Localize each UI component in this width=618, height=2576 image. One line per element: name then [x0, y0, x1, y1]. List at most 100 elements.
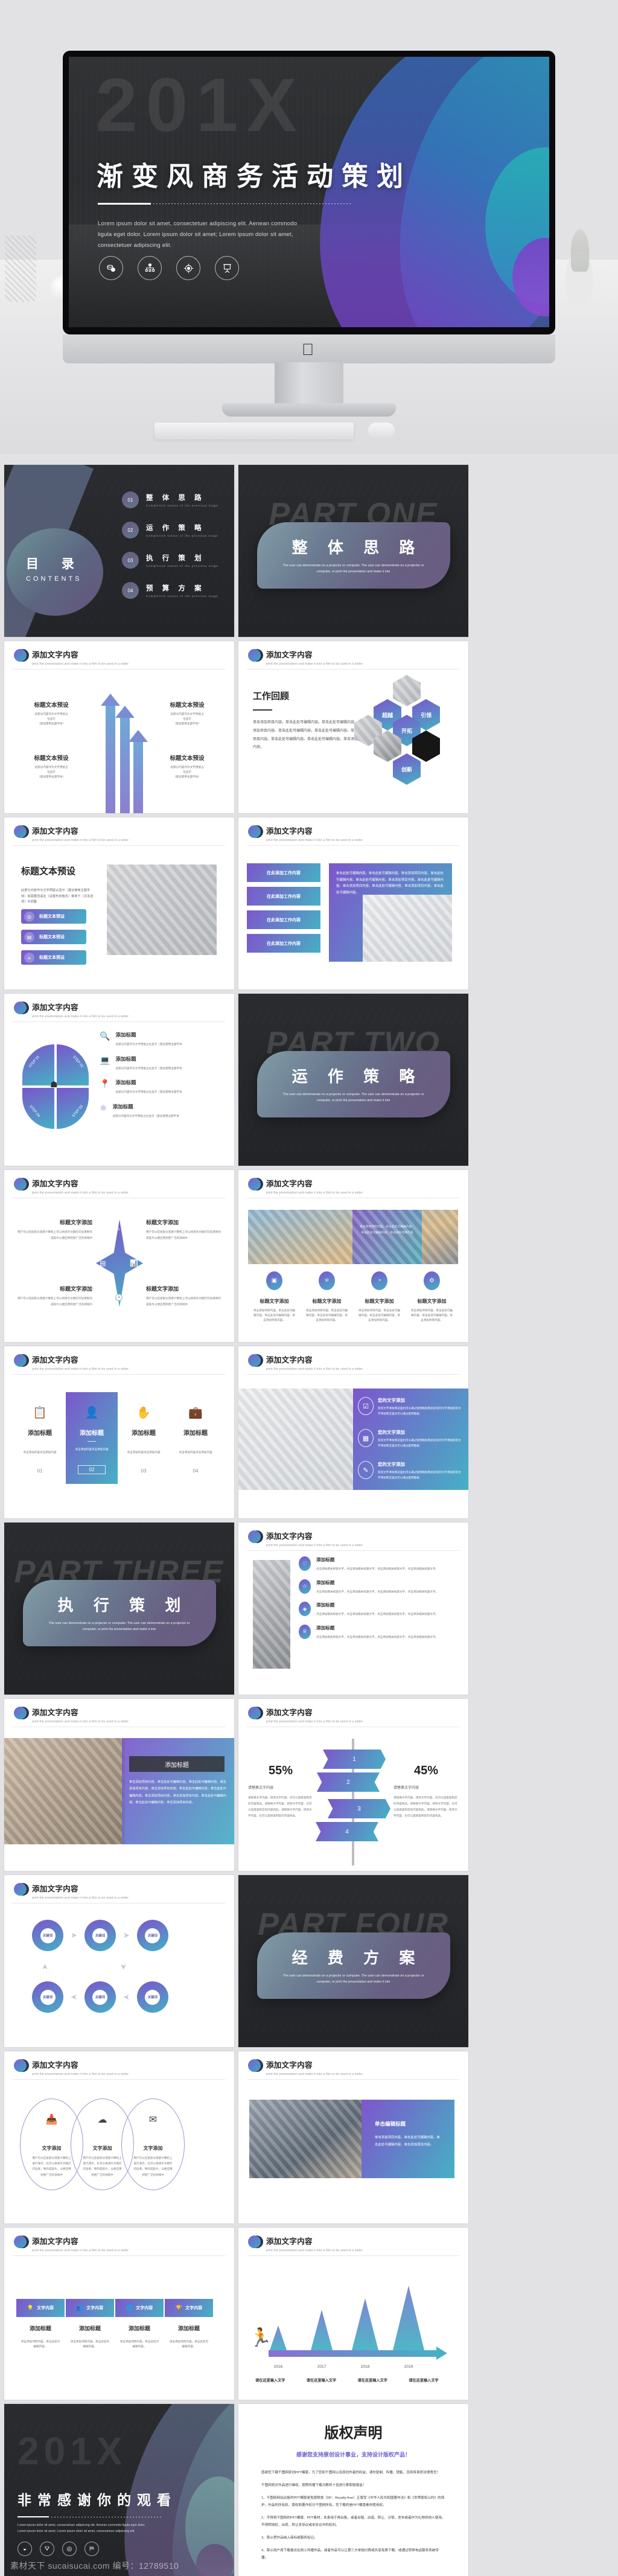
copyright-intro2: 千图网将对作品进行维权，按照传播下载次数的十倍进行索取赔偿金！ — [261, 2484, 366, 2488]
work-chip[interactable]: 在此添加工作内容 — [247, 910, 320, 929]
presentation-icon: ⛿ — [84, 2542, 99, 2556]
desk-panel: ☑ 您的文字添加 您的文字添加到这里也可以通过复制粘贴到此处您的文字添加您的文字… — [353, 1389, 468, 1490]
slide-part-one[interactable]: PART ONE 整 体 思 路 The user can demonstrat… — [238, 465, 468, 637]
slide-cycle[interactable]: 添加文字内容 print the presentation and make i… — [4, 1875, 234, 2047]
preset-chip[interactable]: ▤ 标题文本预设 — [21, 930, 86, 944]
banner-flag[interactable]: 3 — [328, 1799, 390, 1818]
card-item[interactable]: ✋ 添加标题 点击添加内容点击添加内容 03 — [118, 1392, 170, 1484]
slide-part-two[interactable]: PART TWO 运 作 策 略 The user can demonstrat… — [238, 994, 468, 1166]
tab-item[interactable]: 👥 文字内容 — [66, 2299, 114, 2317]
header-divider — [13, 669, 225, 670]
photo-item[interactable]: ◈ 添加标题 点击添加相关标题文字，点击添加相关标题文字。点击添加相关标题文字，… — [299, 1602, 459, 1617]
photo-item[interactable]: ☆ 添加标题 点击添加相关标题文字，点击添加相关标题文字。点击添加相关标题文字，… — [299, 1579, 459, 1595]
card-item-active[interactable]: 👤 添加标题 点击添加内容点击添加内容 02 — [66, 1392, 118, 1485]
bulb-icon: 💡 — [27, 2304, 34, 2311]
cycle-node[interactable]: 关键词 — [136, 1920, 168, 1951]
chart-peak — [311, 2310, 333, 2350]
preset-chip[interactable]: ☕ 标题文本预设 — [21, 950, 86, 965]
diamond-label: 标题文字添加 用户可以在投影仪或者计算机上可以将演示文稿打印出来制作成胶片以便应… — [15, 1285, 92, 1307]
slide-preset-photo[interactable]: 添加文字内容 print the presentation and make i… — [4, 817, 234, 989]
check-icon: ☑ — [358, 1397, 374, 1415]
slide-desk-three[interactable]: 添加文字内容 print the presentation and make i… — [238, 1346, 468, 1518]
preset-chip[interactable]: ◎ 标题文本预设 — [21, 909, 86, 924]
step-item[interactable]: ⚛ 添加标题 此部分内容作为文字预留占位显示（建议使用主题字体 — [100, 1103, 220, 1119]
tab-item[interactable]: 🌐 文字内容 — [115, 2299, 164, 2317]
thanks-icon-row: ◒ ⛛ ◎ ⛿ — [18, 2542, 99, 2556]
step-item[interactable]: 💻 添加标题 此部分内容作为文字预留占位显示（建议使用主题字体 — [100, 1055, 220, 1072]
slide-banner-stats[interactable]: 添加文字内容 print the presentation and make i… — [238, 1699, 468, 1871]
cycle-node[interactable]: 关键词 — [84, 1981, 116, 2013]
slide-tabs-four[interactable]: 添加文字内容 print the presentation and make i… — [4, 2228, 234, 2400]
ellipse-item[interactable]: ✉ 文字添加 用户可以在投影仪或者计算机上进行演示，也可以将演示文稿打印出来，制… — [121, 2098, 185, 2190]
toc-item[interactable]: 03 执 行 策 划 Completion status of the prev… — [122, 552, 218, 569]
slide-work-list[interactable]: 添加文字内容 print the presentation and make i… — [238, 817, 468, 989]
step-item[interactable]: 📍 添加标题 此部分内容作为文字预留占位显示（建议使用主题字体 — [100, 1079, 220, 1095]
card-row: 📋 添加标题 点击添加内容点击添加内容 01 👤 添加标题 点击添加内容点击添加… — [14, 1392, 225, 1485]
toc-item[interactable]: 04 预 算 方 案 Completion status of the prev… — [122, 582, 218, 599]
cycle-node[interactable]: 关键词 — [84, 1920, 116, 1951]
slide-photo-panel[interactable]: 添加文字内容 print the presentation and make i… — [4, 1699, 234, 1871]
tab-item[interactable]: 🏆 文字内容 — [165, 2299, 213, 2317]
banner-flag[interactable]: 4 — [316, 1822, 378, 1841]
slide-copyright[interactable]: 版权声明 感谢您支持原创设计事业，支持设计版权产品！ 感谢您下载千图网原创PPT… — [238, 2404, 468, 2576]
tab-item[interactable]: 💡 文字内容 — [16, 2299, 65, 2317]
slide-four-cards[interactable]: 添加文字内容 print the presentation and make i… — [4, 1346, 234, 1518]
work-chip[interactable]: 在此添加工作内容 — [247, 863, 320, 882]
thanks-title: 非常感谢你的观看 — [18, 2492, 177, 2508]
step-wedge[interactable] — [22, 1088, 54, 1129]
city-item[interactable]: ⚙ 标题文字添加 单击添加项目内容。单击此处可编辑内容。单击此处可编辑内容。单击… — [406, 1271, 458, 1323]
slide-arrows[interactable]: 添加文字内容 print the presentation and make i… — [4, 641, 234, 813]
step-item-list: 🔍 添加标题 此部分内容作为文字预留占位显示（建议使用主题字体 💻 添加标题 此… — [100, 1031, 220, 1119]
city-item[interactable]: ◔ 标题文字添加 单击添加项目内容。单击此处可编辑内容。单击此处可编辑内容。单击… — [353, 1271, 406, 1323]
cycle-node[interactable]: 关键词 — [32, 1981, 63, 2013]
card-number: 02 — [78, 1465, 106, 1475]
banner-flag[interactable]: 1 — [323, 1750, 386, 1769]
card-item[interactable]: 📋 添加标题 点击添加内容点击添加内容 01 — [14, 1392, 66, 1484]
idcard-icon: 👤 — [84, 1407, 99, 1419]
desk-item[interactable]: ☑ 您的文字添加 您的文字添加到这里也可以通过复制粘贴到此处您的文字添加您的文字… — [358, 1397, 462, 1416]
slide-tall-photo-list[interactable]: 添加文字内容 print the presentation and make i… — [238, 1523, 468, 1695]
slide-growth-chart[interactable]: 添加文字内容 print the presentation and make i… — [238, 2228, 468, 2400]
city-item-title: 标题文字添加 — [365, 1299, 394, 1304]
desk-item[interactable]: ✎ 您的文字添加 您的文字添加到这里也可以通过复制粘贴到此处您的文字添加您的文字… — [358, 1461, 462, 1480]
slide-work-review[interactable]: 添加文字内容 print the presentation and make i… — [238, 641, 468, 813]
slide-aerial-panel[interactable]: 添加文字内容 print the presentation and make i… — [238, 2051, 468, 2223]
step-item[interactable]: 🔍 添加标题 此部分内容作为文字预留占位显示（建议使用主题字体 — [100, 1031, 220, 1047]
slide-header-sub: print the presentation and make it into … — [266, 662, 363, 666]
city-item[interactable]: ▣ 标题文字添加 单击添加项目内容。单击此处可编辑内容。单击此处可编辑内容。单击… — [248, 1271, 301, 1323]
desk-item[interactable]: ▦ 您的文字添加 您的文字添加到这里也可以通过复制粘贴到此处您的文字添加您的文字… — [358, 1429, 462, 1448]
slide-header: 添加文字内容 print the presentation and make i… — [248, 2235, 363, 2252]
photo-item[interactable]: ♕ 添加标题 点击添加相关标题文字，点击添加相关标题文字。点击添加相关标题文字，… — [299, 1624, 459, 1640]
slide-diamond[interactable]: 添加文字内容 print the presentation and make i… — [4, 1170, 234, 1342]
tab-content-body: 单击添加项目内容。单击此处可编辑内容。 — [70, 2340, 110, 2348]
work-chip[interactable]: 在此添加工作内容 — [247, 934, 320, 953]
photo-item[interactable]: ♡ 添加标题 点击添加相关标题文字，点击添加相关标题文字。点击添加相关标题文字，… — [299, 1556, 459, 1572]
stat-body: 请替换文字内容，修改文字内容，也可以直接复制您的内容到此。请替换文字内容，修改文… — [393, 1796, 457, 1818]
slide-header-title: 添加文字内容 — [266, 1180, 313, 1188]
cycle-node[interactable]: 关键词 — [136, 1981, 168, 2013]
slide-steps[interactable]: 添加文字内容 print the presentation and make i… — [4, 994, 234, 1166]
slide-contents[interactable]: 目 录 CONTENTS 01 整 体 思 路 Completion statu… — [4, 465, 234, 637]
cycle-node[interactable]: 关键词 — [32, 1920, 63, 1951]
slide-part-four[interactable]: PART FOUR 经 费 方 案 The user can demonstra… — [238, 1875, 468, 2047]
slide-header-sub: print the presentation and make it into … — [266, 1191, 363, 1195]
step-wedge[interactable] — [57, 1044, 89, 1085]
slide-thanks[interactable]: 201X 非常感谢你的观看 Lorem ipsum dolor sit amet… — [4, 2404, 234, 2576]
slide-part-three[interactable]: PART THREE 执 行 策 划 The user can demonstr… — [4, 1523, 234, 1695]
card-item[interactable]: 💼 添加标题 点击添加内容点击添加内容 04 — [170, 1392, 221, 1484]
card-body: 点击添加内容点击添加内容 — [23, 1451, 57, 1454]
step-wedge[interactable] — [57, 1088, 89, 1129]
slide-header: 添加文字内容 print the presentation and make i… — [248, 1530, 363, 1547]
people-icon: 👥 — [76, 2304, 84, 2311]
slide-header: 添加文字内容 print the presentation and make i… — [248, 648, 363, 666]
toc-item[interactable]: 02 运 作 策 略 Completion status of the prev… — [122, 522, 218, 539]
city-item[interactable]: ⚛ 标题文字添加 单击添加项目内容。单击此处可编辑内容。单击此处可编辑内容。单击… — [301, 1271, 353, 1323]
clock-icon: ◔ — [371, 1271, 387, 1290]
arrow-line1: 此部分内容作为文字预留占 — [170, 765, 204, 769]
banner-flag[interactable]: 2 — [317, 1772, 380, 1792]
work-chip[interactable]: 在此添加工作内容 — [247, 887, 320, 906]
toc-item[interactable]: 01 整 体 思 路 Completion status of the prev… — [122, 491, 218, 508]
slide-header-sub: print the presentation and make it into … — [32, 1367, 129, 1371]
slide-city-four[interactable]: 添加文字内容 print the presentation and make i… — [238, 1170, 468, 1342]
slide-ellipses[interactable]: 添加文字内容 print the presentation and make i… — [4, 2051, 234, 2223]
